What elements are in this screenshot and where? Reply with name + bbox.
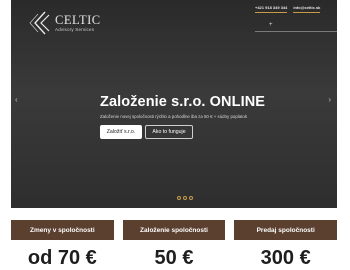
hero-title: Založenie s.r.o. ONLINE [100,94,266,110]
slider-prev-arrow[interactable]: ‹ [15,95,18,104]
slider-dot[interactable] [189,196,193,200]
plus-icon: + [269,22,273,28]
service-card-founding[interactable]: Založenie spoločnosti 50 € [122,220,226,269]
service-card-changes[interactable]: Zmeny v spoločnosti od 70 € [11,220,114,269]
service-cards: Zmeny v spoločnosti od 70 € Založenie sp… [11,220,338,269]
service-card-price: 50 € [154,247,194,269]
service-card-title[interactable]: Zmeny v spoločnosti [11,220,114,240]
email-link[interactable]: info@celtic.sk [293,5,321,13]
service-card-price: od 70 € [27,247,97,269]
slider-dot[interactable] [183,196,187,200]
language-selector[interactable]: + [255,21,337,32]
service-card-title[interactable]: Založenie spoločnosti [122,220,226,240]
hero-subtitle: Založenie novej spoločnosti rýchlo a poh… [100,114,248,119]
service-card-sale[interactable]: Predaj spoločnosti 300 € [234,220,338,269]
phone-link[interactable]: +421 918 349 344 [255,5,288,13]
slider-dot[interactable] [177,196,181,200]
service-card-title[interactable]: Predaj spoločnosti [234,220,338,240]
hero-slider: CELTIC Advisory Services +421 918 349 34… [11,0,337,208]
contact-bar: +421 918 349 344 info@celtic.sk [255,5,321,13]
logo-tagline: Advisory Services [55,27,95,32]
logo[interactable]: CELTIC Advisory Services [29,10,101,36]
how-it-works-button[interactable]: Ako to funguje [145,125,193,139]
slider-dots [177,196,193,200]
service-card-price: 300 € [260,247,311,269]
slider-next-arrow[interactable]: › [328,95,331,104]
celtic-logo-icon [29,10,51,36]
found-company-button[interactable]: Založiť s.r.o. [100,125,142,139]
logo-name: CELTIC [55,12,101,27]
